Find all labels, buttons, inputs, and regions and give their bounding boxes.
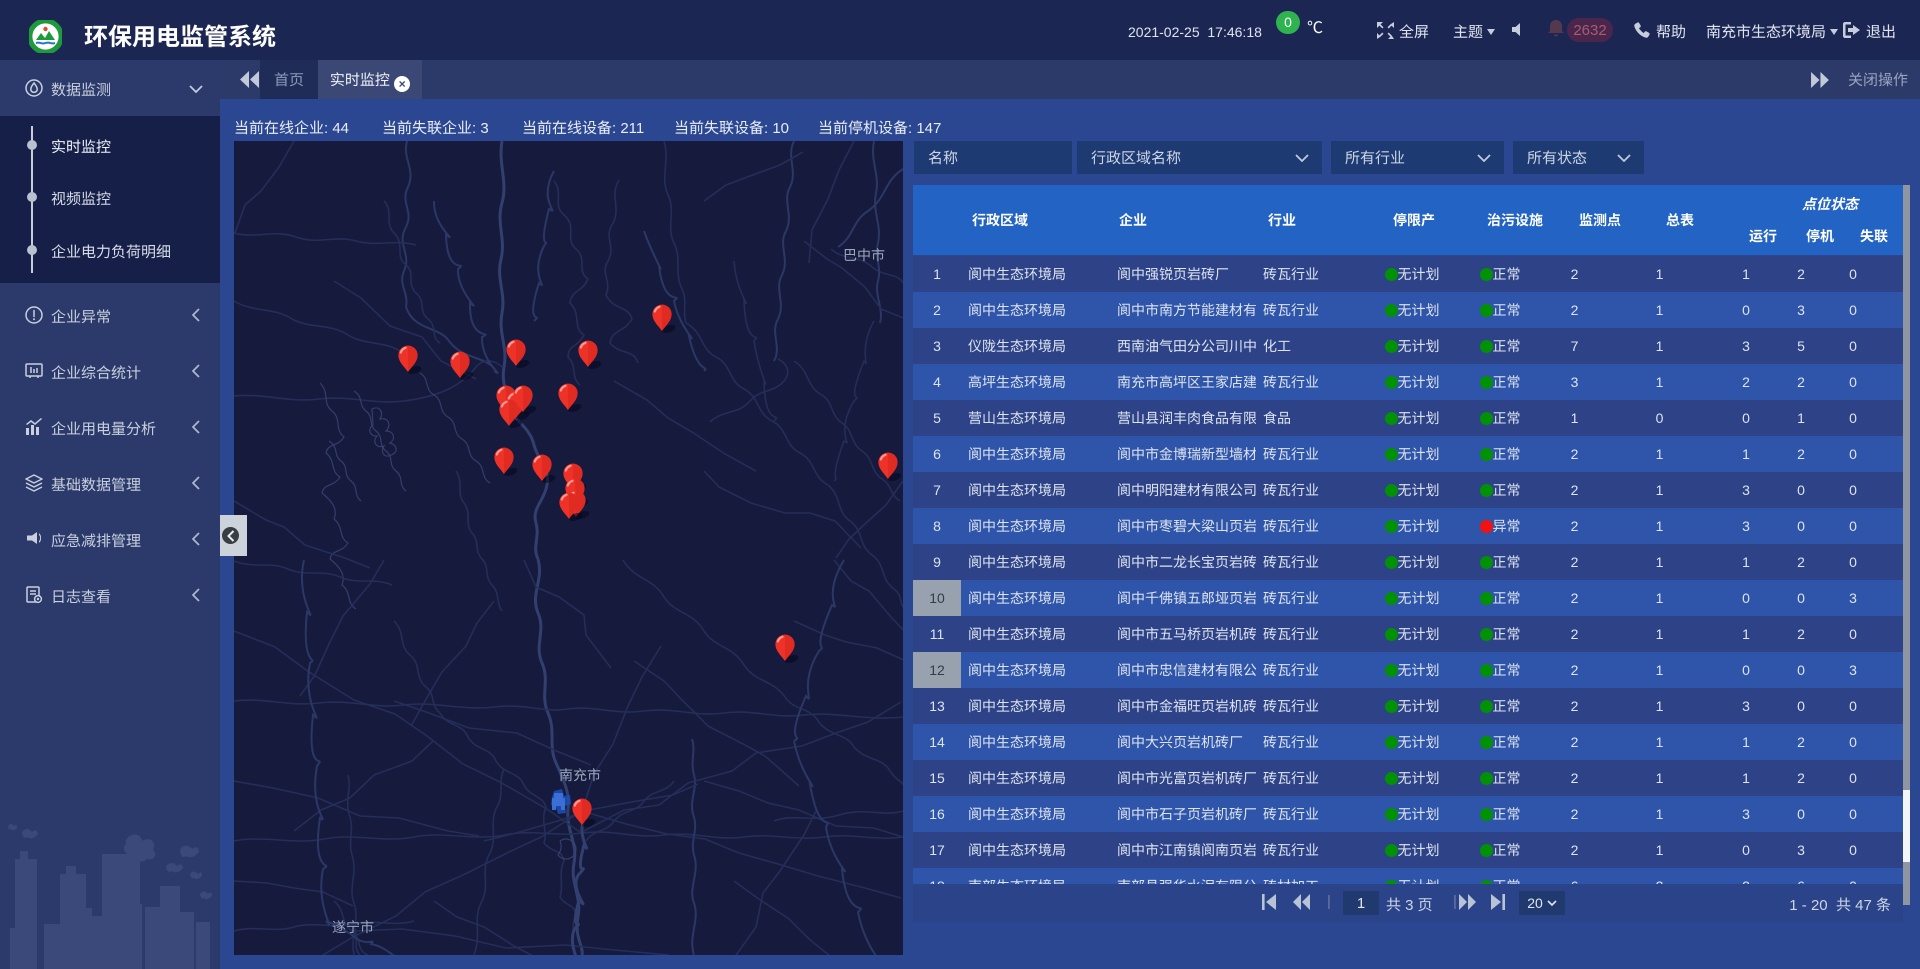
svg-text:南充市: 南充市 <box>559 765 601 785</box>
svg-text:巴中市: 巴中市 <box>843 245 885 265</box>
svg-text:遂宁市: 遂宁市 <box>332 917 374 937</box>
